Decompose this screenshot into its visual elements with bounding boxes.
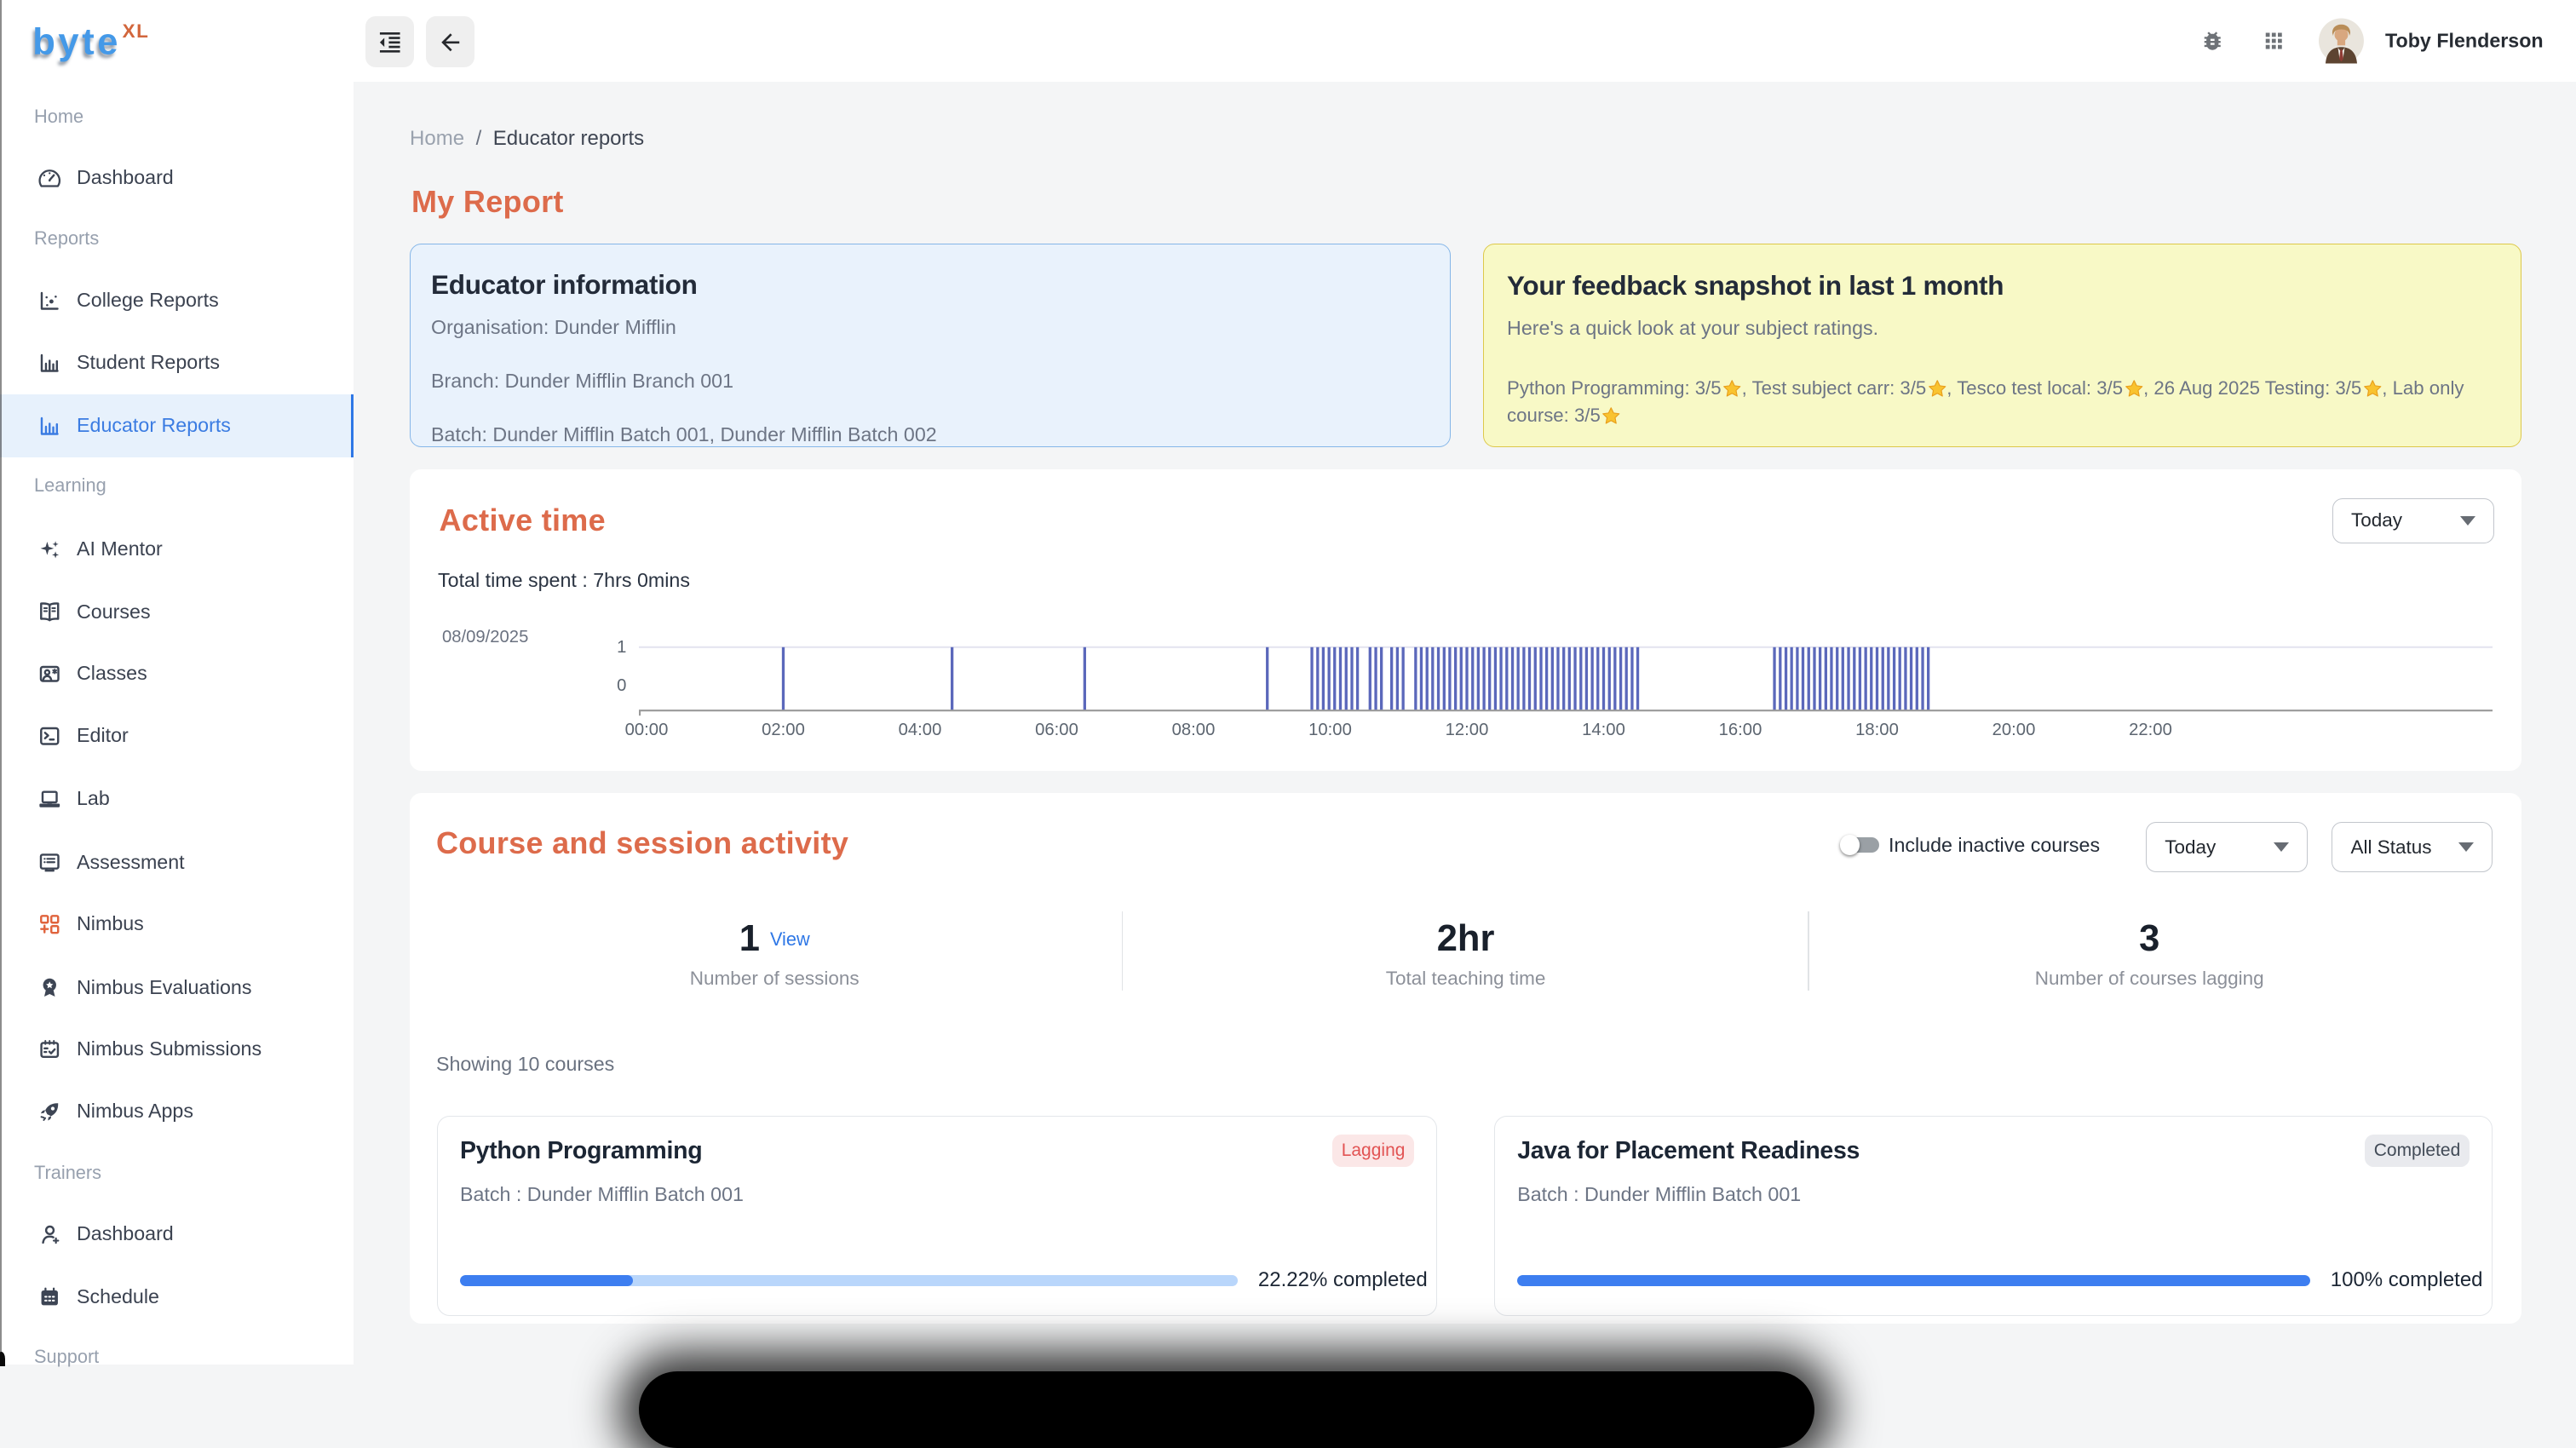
svg-text:18:00: 18:00 [1856,721,1900,739]
svg-text:06:00: 06:00 [1036,721,1079,739]
svg-text:16:00: 16:00 [1719,721,1762,739]
svg-text:12:00: 12:00 [1446,721,1489,739]
svg-text:20:00: 20:00 [1992,721,2036,739]
svg-text:14:00: 14:00 [1583,721,1626,739]
svg-text:08:00: 08:00 [1172,721,1216,739]
svg-text:00:00: 00:00 [625,721,669,739]
svg-text:02:00: 02:00 [762,721,806,739]
svg-text:10:00: 10:00 [1309,721,1353,739]
svg-text:04:00: 04:00 [899,721,942,739]
svg-text:22:00: 22:00 [2130,721,2173,739]
